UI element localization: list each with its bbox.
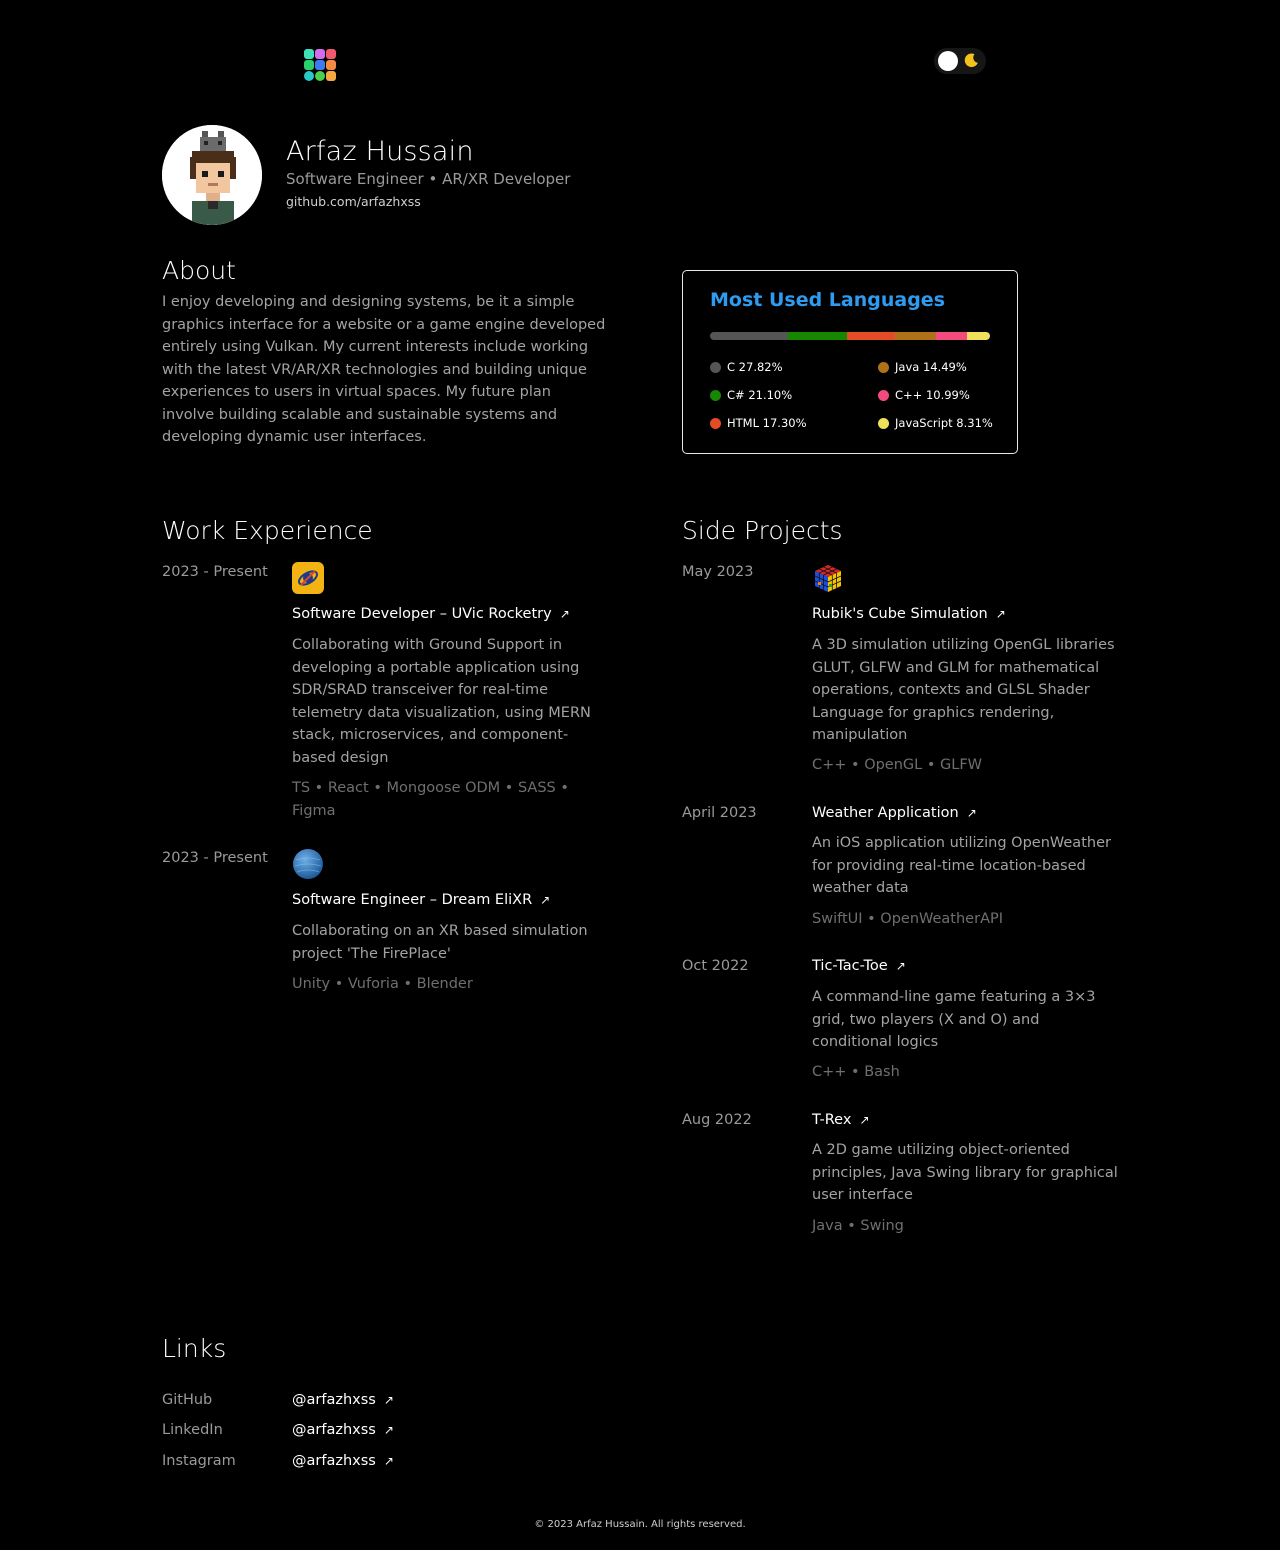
- language-legend-item: JavaScript 8.31%: [878, 416, 993, 430]
- external-link-icon: ↗: [559, 607, 570, 621]
- project-title[interactable]: Rubik's Cube Simulation ↗: [812, 606, 1006, 622]
- theme-toggle[interactable]: [934, 48, 986, 74]
- language-bar-segment: [895, 332, 936, 340]
- dream-elixr-logo-icon: [292, 848, 324, 880]
- project-date: Aug 2022: [682, 1112, 752, 1128]
- external-link-icon: ↗: [995, 607, 1006, 621]
- language-dot-icon: [710, 417, 721, 429]
- about-heading: About: [162, 256, 236, 285]
- external-link-icon: ↗: [895, 959, 906, 973]
- external-link-icon: ↗: [383, 1454, 394, 1468]
- project-description: A command-line game featuring a 3×3 grid…: [812, 989, 1096, 1050]
- profile-subtitle: Software Engineer • AR/XR Developer: [286, 170, 571, 188]
- work-description: Collaborating on an XR based simulation …: [292, 923, 588, 962]
- github-link[interactable]: github.com/arfazhxss: [286, 194, 421, 209]
- language-label: Java 14.49%: [895, 360, 967, 374]
- avatar: [162, 125, 262, 225]
- language-bar-segment: [935, 332, 967, 340]
- project-title[interactable]: Tic-Tac-Toe ↗: [812, 958, 906, 974]
- project-title-text: Rubik's Cube Simulation: [812, 606, 988, 622]
- project-title-text: Tic-Tac-Toe: [812, 958, 888, 974]
- languages-title: Most Used Languages: [710, 289, 946, 311]
- language-dot-icon: [710, 389, 721, 401]
- link-linkedin[interactable]: @arfazhxss ↗: [292, 1422, 394, 1438]
- language-label: C++ 10.99%: [895, 388, 970, 402]
- link-linkedin-text: @arfazhxss: [292, 1422, 376, 1438]
- work-tags: Unity • Vuforia • Blender: [292, 976, 473, 992]
- language-legend-item: C++ 10.99%: [878, 388, 970, 402]
- language-bar-segment: [710, 332, 788, 340]
- external-link-icon: ↗: [540, 893, 551, 907]
- external-link-icon: ↗: [859, 1113, 870, 1127]
- work-date: 2023 - Present: [162, 564, 268, 580]
- link-label-instagram: Instagram: [162, 1453, 236, 1469]
- language-label: C# 21.10%: [727, 388, 793, 402]
- rocketry-logo-icon: [292, 562, 324, 594]
- work-tags: TS • React • Mongoose ODM • SASS • Figma: [292, 780, 569, 819]
- links-heading: Links: [162, 1334, 227, 1363]
- work-title-text: Software Developer – UVic Rocketry: [292, 606, 552, 622]
- link-label-github: GitHub: [162, 1392, 213, 1408]
- link-instagram-text: @arfazhxss: [292, 1453, 376, 1469]
- footer-copyright: © 2023 Arfaz Hussain. All rights reserve…: [534, 1519, 746, 1530]
- project-tags: Java • Swing: [812, 1218, 904, 1234]
- about-text: I enjoy developing and designing systems…: [162, 294, 606, 445]
- languages-bar: [710, 332, 990, 340]
- external-link-icon: ↗: [966, 806, 977, 820]
- link-github-text: @arfazhxss: [292, 1392, 376, 1408]
- rubiks-cube-icon: [812, 562, 844, 594]
- language-legend-item: Java 14.49%: [878, 360, 967, 374]
- grid-logo-icon[interactable]: [304, 49, 336, 81]
- project-description: A 2D game utilizing object-oriented prin…: [812, 1142, 1118, 1203]
- language-label: HTML 17.30%: [727, 416, 807, 430]
- project-date: April 2023: [682, 805, 757, 821]
- project-title[interactable]: Weather Application ↗: [812, 805, 977, 821]
- pixel-avatar-icon: [162, 125, 262, 225]
- link-github[interactable]: @arfazhxss ↗: [292, 1392, 394, 1408]
- toggle-knob: [938, 51, 958, 71]
- project-tags: SwiftUI • OpenWeatherAPI: [812, 911, 1004, 927]
- language-dot-icon: [878, 417, 889, 429]
- external-link-icon: ↗: [383, 1393, 394, 1407]
- language-bar-segment: [846, 332, 896, 340]
- work-date: 2023 - Present: [162, 850, 268, 866]
- project-tags: C++ • Bash: [812, 1064, 900, 1080]
- language-legend-item: C 27.82%: [710, 360, 783, 374]
- project-description: A 3D simulation utilizing OpenGL librari…: [812, 637, 1115, 743]
- link-label-linkedin: LinkedIn: [162, 1422, 223, 1438]
- projects-heading: Side Projects: [682, 516, 843, 545]
- languages-card: Most Used Languages C 27.82% C# 21.10% HTM…: [682, 270, 1018, 454]
- project-title[interactable]: T-Rex ↗: [812, 1112, 870, 1128]
- language-bar-segment: [787, 332, 847, 340]
- language-dot-icon: [878, 389, 889, 401]
- external-link-icon: ↗: [383, 1423, 394, 1437]
- project-description: An iOS application utilizing OpenWeather…: [812, 835, 1111, 896]
- profile-name: Arfaz Hussain: [286, 136, 474, 167]
- work-title[interactable]: Software Developer – UVic Rocketry ↗: [292, 606, 570, 622]
- language-legend-item: C# 21.10%: [710, 388, 792, 402]
- language-dot-icon: [878, 361, 889, 373]
- work-title[interactable]: Software Engineer – Dream EliXR ↗: [292, 892, 550, 908]
- language-label: JavaScript 8.31%: [895, 416, 993, 430]
- link-instagram[interactable]: @arfazhxss ↗: [292, 1453, 394, 1469]
- project-title-text: T-Rex: [812, 1112, 852, 1128]
- work-heading: Work Experience: [162, 516, 373, 545]
- project-date: May 2023: [682, 564, 754, 580]
- work-description: Collaborating with Ground Support in dev…: [292, 637, 591, 766]
- language-dot-icon: [710, 361, 721, 373]
- language-bar-segment: [966, 332, 990, 340]
- work-title-text: Software Engineer – Dream EliXR: [292, 892, 533, 908]
- project-tags: C++ • OpenGL • GLFW: [812, 757, 982, 773]
- language-label: C 27.82%: [727, 360, 783, 374]
- project-date: Oct 2022: [682, 958, 749, 974]
- language-legend-item: HTML 17.30%: [710, 416, 807, 430]
- project-title-text: Weather Application: [812, 805, 959, 821]
- moon-icon: [964, 53, 978, 68]
